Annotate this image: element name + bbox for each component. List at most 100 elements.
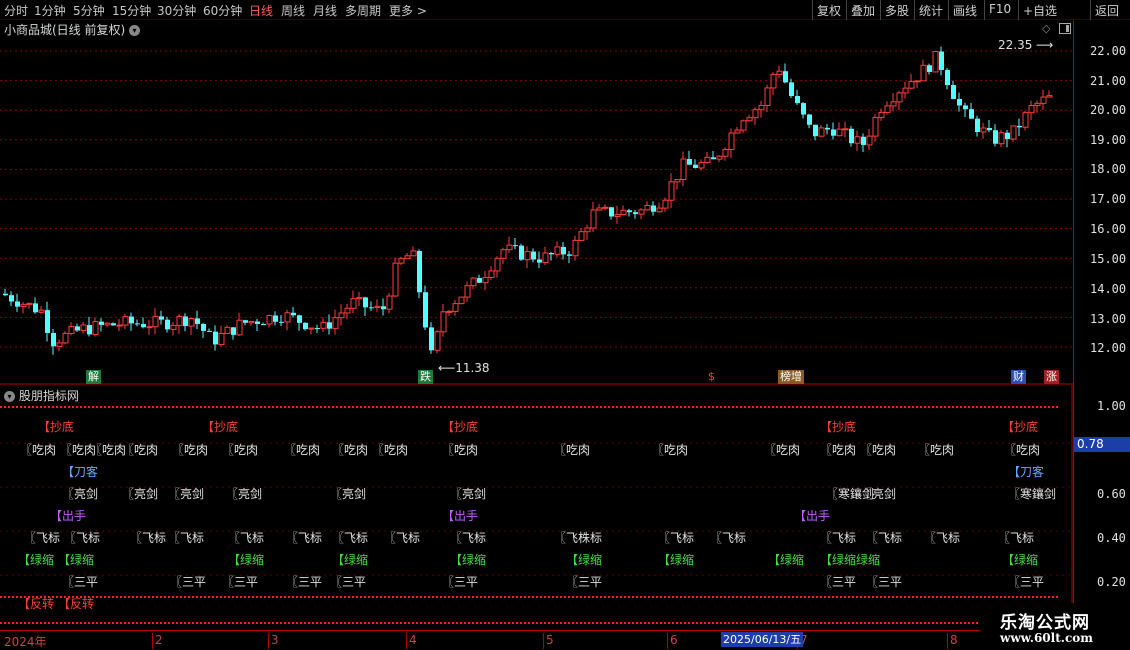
indicator-collapse-icon[interactable]: ▾ [4,391,15,402]
candle-body [410,250,417,257]
period-tab-multi[interactable]: 多周期 [345,2,381,19]
candle-body [51,332,56,347]
signal-eat: 〖吃肉 [918,443,955,457]
multi-stock-button[interactable]: 多股 [880,0,913,20]
candle-body [638,209,645,215]
period-tab-1min[interactable]: 1分钟 [34,2,66,19]
candle-body [987,127,992,131]
candle-body [614,214,621,217]
candle-body [572,239,579,257]
signal-fly: 〖飞标 [450,531,487,545]
adjust-button[interactable]: 复权 [812,0,845,20]
candle-body [338,312,345,319]
signal-fly: 〖飞标 [384,531,421,545]
event-marker-finance[interactable]: 财 [1011,370,1026,384]
period-tab-monthly[interactable]: 月线 [313,2,337,19]
candle-body [356,296,363,300]
candle-body [567,254,572,256]
candle-body [417,250,422,293]
candle-body [1034,102,1041,107]
candle-body [297,315,302,323]
period-tab-30min[interactable]: 30分钟 [157,2,196,19]
candle-body [584,227,591,233]
candle-body [549,253,554,255]
candle-body [734,129,741,134]
candle-body [980,127,987,133]
candle-body [273,315,278,322]
event-marker-fall[interactable]: 跌 [418,370,433,384]
signal-fly: 〖飞标 [64,531,101,545]
statistics-button[interactable]: 统计 [914,0,947,20]
signal-eat: 〖吃肉 [652,443,689,457]
candle-body [195,318,200,324]
draw-line-button[interactable]: 画线 [948,0,981,20]
signal-reversal: 【反转 [18,597,55,611]
period-tab-more[interactable]: 更多 > [389,2,427,19]
signal-sword: 〖亮剑 [330,487,367,501]
back-button[interactable]: 返回 [1090,0,1123,20]
candle-body [831,129,836,136]
candle-body [728,132,735,151]
candle-body [458,296,465,305]
signal-fly: 〖飞标 [332,531,369,545]
signal-three-flat: 〖三平 [820,575,857,589]
signal-sword: 〖亮剑 [122,487,159,501]
signal-sword: 〖亮剑 [168,487,205,501]
indicator-grid [0,385,1073,630]
period-tab-weekly[interactable]: 周线 [281,2,305,19]
candle-body [542,252,549,264]
signal-fly: 〖飞标 [866,531,903,545]
period-tab-15min[interactable]: 15分钟 [112,2,151,19]
period-tab-daily[interactable]: 日线 [249,2,273,19]
period-tab-5min[interactable]: 5分钟 [73,2,105,19]
candle-body [680,158,687,181]
candlestick-chart[interactable] [0,20,1073,385]
period-tab-60min[interactable]: 60分钟 [203,2,242,19]
signal-strike: 【出手 [442,509,479,523]
candle-body [62,332,69,344]
candle-body [825,127,830,130]
signal-green-shrink: 【绿缩 [18,553,55,567]
candle-body [896,92,903,103]
candle-body [152,315,159,328]
candle-body [470,277,477,287]
signal-three-flat: 〖三平 [170,575,207,589]
event-marker-dollar[interactable]: $ [706,370,717,384]
candle-body [159,316,164,320]
candle-body [878,111,885,118]
indicator-axis-tick: 1.00 [1097,399,1126,413]
candle-body [261,323,266,325]
f10-button[interactable]: F10 [984,0,1015,20]
candle-body [332,317,339,330]
candle-body [770,73,777,89]
candle-body [908,80,915,89]
event-marker-rank[interactable]: 榜增 [778,370,804,384]
candle-body [836,128,843,137]
candle-body [291,312,296,316]
candle-body [957,98,962,106]
signal-three-flat: 〖三平 [866,575,903,589]
candle-body [789,82,794,97]
event-marker-unlock[interactable]: 解 [86,370,101,384]
candle-body [494,257,501,272]
signal-bottom-pick: 【抄底 [442,420,479,434]
candle-body [602,206,609,209]
candle-body [740,120,747,131]
overlay-button[interactable]: 叠加 [846,0,879,20]
price-tick: 15.00 [1090,252,1127,266]
candle-body [711,157,716,160]
candle-body [201,323,206,331]
candle-body [440,311,447,333]
candle-body [20,303,27,308]
signal-three-flat: 〖三平 [1008,575,1045,589]
indicator-title[interactable]: ▾ 股朋指标网 [4,387,79,404]
add-watchlist-button[interactable]: +自选 [1018,0,1061,20]
signal-fly-alt: 〖飞株标 [554,531,603,545]
candle-body [746,117,753,122]
period-tab-timeshare[interactable]: 分时 [4,2,28,19]
event-marker-rise[interactable]: 涨 [1044,370,1059,384]
signal-sword: 〖亮剑 [860,487,897,501]
indicator-name: 股朋指标网 [18,389,79,403]
candle-body [446,310,453,313]
candle-body [104,322,111,326]
